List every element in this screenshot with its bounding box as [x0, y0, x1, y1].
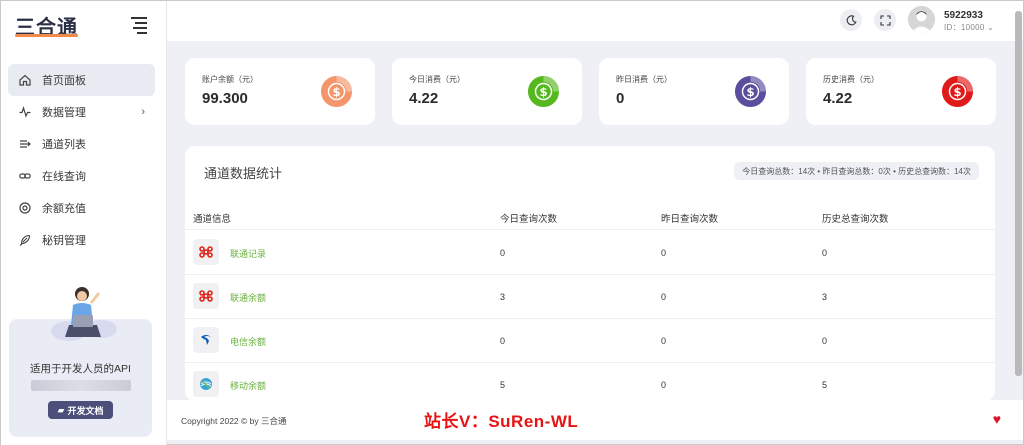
- table-row[interactable]: 电信余额 0 0 0: [185, 319, 995, 363]
- svg-text:$: $: [332, 85, 340, 99]
- unicom-icon: [193, 239, 219, 265]
- user-name[interactable]: 5922933: [944, 10, 983, 21]
- user-id-dropdown[interactable]: ID：10000 ⌄: [944, 22, 994, 33]
- yesterday-count: 0: [661, 248, 667, 258]
- mobile-icon: [193, 371, 219, 397]
- fullscreen-button[interactable]: [874, 9, 896, 31]
- yesterday-count: 0: [661, 336, 667, 346]
- copyright: Copyright 2022 © by 三合通: [181, 416, 287, 426]
- table-header: 通道信息 今日查询次数 昨日查询次数 历史总查询次数: [185, 204, 995, 230]
- avatar[interactable]: [908, 6, 935, 33]
- stat-label: 今日消费（元）: [409, 75, 465, 84]
- sidebar-item-label: 秘钥管理: [42, 235, 86, 247]
- logo-underline: [15, 34, 78, 37]
- stat-label: 昨日消费（元）: [616, 75, 672, 84]
- fullscreen-icon: [879, 14, 891, 26]
- dollar-icon: $: [941, 75, 974, 108]
- pulse-icon: [18, 105, 32, 119]
- total-count: 3: [822, 292, 828, 302]
- stat-card-yesterday-spend: 昨日消费（元） 0 $: [599, 58, 789, 125]
- yesterday-count: 0: [661, 380, 667, 390]
- stat-card-history-spend: 历史消费（元） 4.22 $: [806, 58, 996, 125]
- channel-name[interactable]: 移动余额: [230, 379, 266, 392]
- sidebar-item-label: 首页面板: [42, 75, 86, 87]
- dark-mode-toggle[interactable]: [840, 9, 862, 31]
- channel-name[interactable]: 电信余额: [230, 335, 266, 348]
- dev-docs-button[interactable]: ▰ 开发文档: [48, 401, 113, 419]
- link-icon: [18, 169, 32, 183]
- scrollbar[interactable]: [1015, 11, 1022, 376]
- query-summary-badge: 今日查询总数：14次 • 昨日查询总数：0次 • 历史总查询数：14次: [734, 162, 979, 180]
- api-promo-card: 适用于开发人员的API ▰ 开发文档: [9, 287, 152, 437]
- promo-text: 适用于开发人员的API: [30, 363, 131, 375]
- total-count: 5: [822, 380, 828, 390]
- channel-name[interactable]: 联通记录: [230, 247, 266, 260]
- today-count: 0: [500, 336, 506, 346]
- sidebar-item-label: 余额充值: [42, 203, 86, 215]
- stat-label: 历史消费（元）: [823, 75, 879, 84]
- developer-illustration: [49, 281, 119, 349]
- svg-text:$: $: [746, 85, 754, 99]
- target-icon: [18, 201, 32, 215]
- home-icon: [18, 73, 32, 87]
- list-arrow-icon: [18, 137, 32, 151]
- table-row[interactable]: 联通余额 3 0 3: [185, 275, 995, 319]
- moon-icon: [846, 14, 857, 25]
- sidebar-item-channel-list[interactable]: 通道列表: [8, 128, 155, 160]
- sidebar-item-key-management[interactable]: 秘钥管理: [8, 224, 155, 256]
- dollar-icon: $: [734, 75, 767, 108]
- stat-card-today-spend: 今日消费（元） 4.22 $: [392, 58, 582, 125]
- dollar-icon: $: [320, 75, 353, 108]
- book-icon: ▰: [57, 404, 65, 415]
- chevron-right-icon: ›: [141, 106, 145, 118]
- column-header: 昨日查询次数: [661, 214, 719, 225]
- today-count: 3: [500, 292, 506, 302]
- sidebar: 三合通 首页面板 数据管理 › 通道列表 在线查询 余额充值 秘钥管理 适用于开…: [1, 1, 167, 445]
- menu-toggle-icon[interactable]: [131, 17, 147, 34]
- yesterday-count: 0: [661, 292, 667, 302]
- column-header: 通道信息: [193, 214, 232, 225]
- stat-value: 4.22: [823, 90, 853, 107]
- dollar-icon: $: [527, 75, 560, 108]
- svg-text:$: $: [953, 85, 961, 99]
- svg-text:$: $: [539, 85, 547, 99]
- feather-icon: [18, 233, 32, 247]
- dev-docs-label: 开发文档: [67, 405, 104, 416]
- sidebar-item-label: 在线查询: [42, 171, 86, 183]
- sidebar-item-online-query[interactable]: 在线查询: [8, 160, 155, 192]
- channel-stats-panel: 通道数据统计 今日查询总数：14次 • 昨日查询总数：0次 • 历史总查询数：1…: [185, 146, 995, 401]
- sidebar-item-label: 通道列表: [42, 139, 86, 151]
- sidebar-item-data-management[interactable]: 数据管理 ›: [8, 96, 155, 128]
- footer: Copyright 2022 © by 三合通 站长V：SuRen-WL ♥: [167, 400, 1023, 440]
- top-header: 5922933 ID：10000 ⌄: [167, 1, 1023, 41]
- blurred-url: [31, 380, 131, 391]
- telecom-icon: [193, 327, 219, 353]
- sidebar-nav: 首页面板 数据管理 › 通道列表 在线查询 余额充值 秘钥管理: [1, 64, 167, 256]
- today-count: 0: [500, 248, 506, 258]
- watermark: 站长V：SuRen-WL: [424, 412, 579, 431]
- total-count: 0: [822, 336, 828, 346]
- sidebar-item-dashboard[interactable]: 首页面板: [8, 64, 155, 96]
- panel-title: 通道数据统计: [204, 166, 283, 181]
- heart-icon: ♥: [992, 411, 1001, 427]
- stat-card-balance: 账户余额（元） 99.300 $: [185, 58, 375, 125]
- stat-value: 4.22: [409, 90, 439, 107]
- column-header: 历史总查询次数: [822, 214, 889, 225]
- table-row[interactable]: 移动余额 5 0 5: [185, 363, 995, 401]
- stat-label: 账户余额（元）: [202, 75, 258, 84]
- unicom-icon: [193, 283, 219, 309]
- today-count: 5: [500, 380, 506, 390]
- column-header: 今日查询次数: [500, 214, 558, 225]
- logo-area: 三合通: [1, 1, 166, 51]
- total-count: 0: [822, 248, 828, 258]
- channel-name[interactable]: 联通余额: [230, 291, 266, 304]
- stat-value: 0: [616, 90, 625, 107]
- sidebar-item-recharge[interactable]: 余额充值: [8, 192, 155, 224]
- stat-value: 99.300: [202, 90, 248, 107]
- sidebar-item-label: 数据管理: [42, 107, 86, 119]
- table-row[interactable]: 联通记录 0 0 0: [185, 231, 995, 275]
